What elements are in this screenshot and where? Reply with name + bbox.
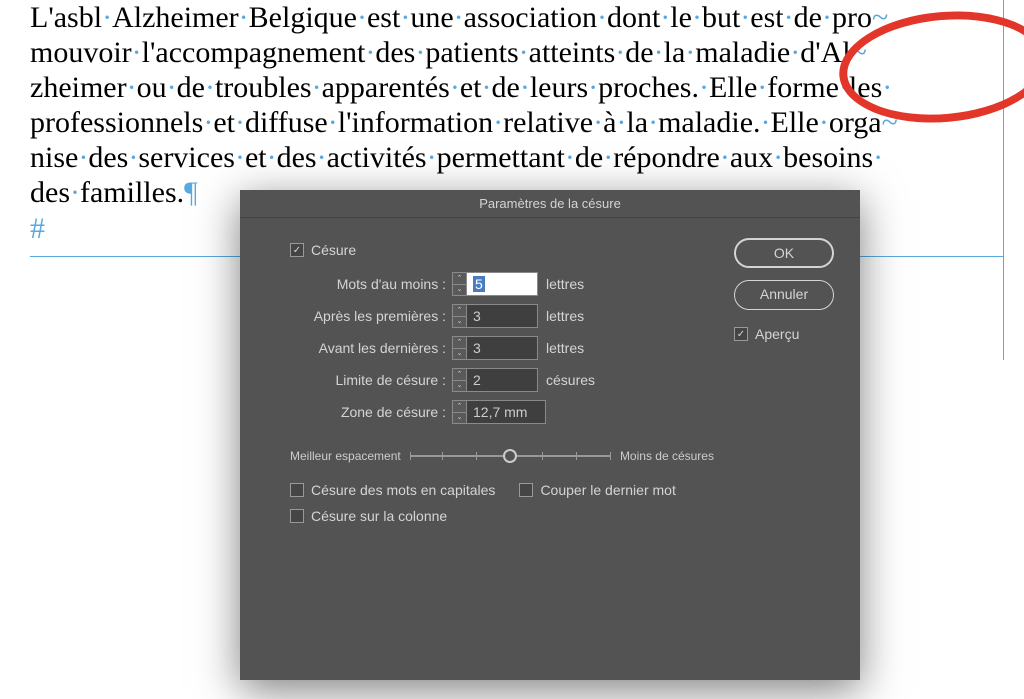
stepper-down-icon[interactable]: ⌄ bbox=[453, 317, 466, 328]
stepper-up-icon[interactable]: ⌃ bbox=[453, 401, 466, 413]
last-word-label: Couper le dernier mot bbox=[540, 482, 675, 498]
words-at-least-input[interactable]: 5 bbox=[466, 272, 538, 296]
last-word-checkbox[interactable] bbox=[519, 483, 533, 497]
end-of-story-marker: # bbox=[30, 212, 45, 245]
column-checkbox[interactable] bbox=[290, 509, 304, 523]
text-line-4: professionnels·et·diffuse·l'information·… bbox=[30, 106, 882, 139]
slider-tick bbox=[542, 452, 543, 460]
hyphen-limit-input[interactable]: 2 bbox=[466, 368, 538, 392]
guide-line bbox=[1003, 0, 1004, 360]
hyphenate-checkbox-row[interactable]: Césure bbox=[260, 238, 724, 268]
ok-button[interactable]: OK bbox=[734, 238, 834, 268]
text-line-3: zheimer·ou·de·troubles·apparentés·et·de·… bbox=[30, 71, 892, 104]
preview-label: Aperçu bbox=[755, 326, 799, 342]
hyphen-limit-unit: césures bbox=[538, 372, 595, 388]
hyphen-zone-label: Zone de césure : bbox=[260, 404, 452, 420]
stepper-up-icon[interactable]: ⌃ bbox=[453, 369, 466, 381]
last-word-checkbox-row[interactable]: Couper le dernier mot bbox=[519, 480, 675, 500]
hyphen-limit-label: Limite de césure : bbox=[260, 372, 452, 388]
slider-tick bbox=[442, 452, 443, 460]
slider-tick bbox=[410, 452, 411, 460]
after-first-label: Après les premières : bbox=[260, 308, 452, 324]
text-line-1: L'asbl·Alzheimer·Belgique·est·une·associ… bbox=[30, 1, 872, 34]
after-first-stepper[interactable]: ⌃⌄ bbox=[452, 304, 466, 328]
hyphen-slider[interactable] bbox=[410, 446, 610, 466]
slider-left-label: Meilleur espacement bbox=[290, 449, 401, 463]
stepper-down-icon[interactable]: ⌄ bbox=[453, 381, 466, 392]
after-first-input[interactable]: 3 bbox=[466, 304, 538, 328]
caps-checkbox[interactable] bbox=[290, 483, 304, 497]
hyphen-zone-input[interactable]: 12,7 mm bbox=[466, 400, 546, 424]
caps-label: Césure des mots en capitales bbox=[311, 482, 495, 498]
stepper-down-icon[interactable]: ⌄ bbox=[453, 349, 466, 360]
slider-tick bbox=[476, 452, 477, 460]
discretionary-hyphen-3: ~ bbox=[882, 106, 898, 139]
cancel-button[interactable]: Annuler bbox=[734, 280, 834, 310]
words-at-least-stepper[interactable]: ⌃⌄ bbox=[452, 272, 466, 296]
text-line-6: des·familles. bbox=[30, 176, 184, 209]
discretionary-hyphen-2: ~ bbox=[851, 36, 867, 69]
before-last-label: Avant les dernières : bbox=[260, 340, 452, 356]
text-line-2: mouvoir·l'accompagnement·des·patients·at… bbox=[30, 36, 851, 69]
slider-tick bbox=[610, 452, 611, 460]
pilcrow-marker: ¶ bbox=[184, 176, 198, 209]
hyphenate-checkbox[interactable] bbox=[290, 243, 304, 257]
words-at-least-label: Mots d'au moins : bbox=[260, 276, 452, 292]
hyphenation-settings-dialog: Paramètres de la césure Césure Mots d'au… bbox=[240, 190, 860, 680]
stepper-down-icon[interactable]: ⌄ bbox=[453, 413, 466, 424]
column-checkbox-row[interactable]: Césure sur la colonne bbox=[290, 506, 447, 526]
after-first-unit: lettres bbox=[538, 308, 584, 324]
discretionary-hyphen-1: ~ bbox=[872, 1, 888, 34]
slider-tick bbox=[576, 452, 577, 460]
dialog-title: Paramètres de la césure bbox=[240, 190, 860, 218]
column-label: Césure sur la colonne bbox=[311, 508, 447, 524]
text-line-5: nise·des·services·et·des·activités·perme… bbox=[30, 141, 883, 174]
words-at-least-unit: lettres bbox=[538, 276, 584, 292]
stepper-down-icon[interactable]: ⌄ bbox=[453, 285, 466, 296]
hyphen-zone-stepper[interactable]: ⌃⌄ bbox=[452, 400, 466, 424]
preview-checkbox-row[interactable]: Aperçu bbox=[734, 322, 844, 352]
stepper-up-icon[interactable]: ⌃ bbox=[453, 337, 466, 349]
hyphen-limit-stepper[interactable]: ⌃⌄ bbox=[452, 368, 466, 392]
before-last-stepper[interactable]: ⌃⌄ bbox=[452, 336, 466, 360]
caps-checkbox-row[interactable]: Césure des mots en capitales bbox=[290, 480, 495, 500]
before-last-input[interactable]: 3 bbox=[466, 336, 538, 360]
hyphenate-label: Césure bbox=[311, 242, 356, 258]
preview-checkbox[interactable] bbox=[734, 327, 748, 341]
slider-right-label: Moins de césures bbox=[620, 449, 714, 463]
before-last-unit: lettres bbox=[538, 340, 584, 356]
stepper-up-icon[interactable]: ⌃ bbox=[453, 273, 466, 285]
slider-thumb[interactable] bbox=[503, 449, 517, 463]
stepper-up-icon[interactable]: ⌃ bbox=[453, 305, 466, 317]
